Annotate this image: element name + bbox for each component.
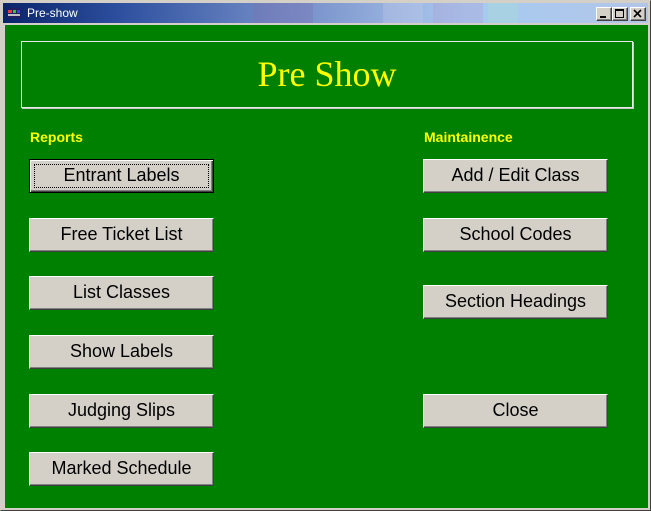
list-classes-button[interactable]: List Classes [29,276,214,310]
minimize-icon [600,16,606,18]
entrant-labels-label: Entrant Labels [63,165,180,185]
form-body: Pre Show Reports Maintainence Entrant La… [5,25,648,508]
title-bar-decoration [488,3,518,23]
close-button[interactable]: Close [423,394,608,428]
free-ticket-list-label: Free Ticket List [60,224,183,244]
close-icon [633,9,642,18]
judging-slips-label: Judging Slips [67,400,176,420]
add-edit-class-button[interactable]: Add / Edit Class [423,159,608,193]
header-panel: Pre Show [21,41,633,108]
section-headings-label: Section Headings [444,291,587,311]
section-headings-button[interactable]: Section Headings [423,285,608,319]
judging-slips-button[interactable]: Judging Slips [29,394,214,428]
title-bar[interactable]: Pre-show [3,3,648,23]
maintenance-heading: Maintainence [424,129,513,145]
app-icon[interactable] [7,6,21,20]
list-classes-label: List Classes [72,282,171,302]
minimize-button[interactable] [596,7,612,21]
school-codes-label: School Codes [459,224,572,244]
maximize-button[interactable] [612,7,628,21]
add-edit-class-label: Add / Edit Class [451,165,580,185]
show-labels-label: Show Labels [69,341,174,361]
maximize-icon [615,9,624,18]
close-window-button[interactable] [630,7,646,21]
marked-schedule-label: Marked Schedule [51,458,192,478]
title-bar-decoration [253,3,313,23]
close-label: Close [492,400,539,420]
school-codes-button[interactable]: School Codes [423,218,608,252]
title-bar-decoration [383,3,423,23]
entrant-labels-button[interactable]: Entrant Labels [29,159,214,193]
title-bar-decoration [433,3,483,23]
page-title: Pre Show [257,54,397,94]
app-window: Pre-show Pre Show Reports Maintainence E… [0,0,651,511]
window-title: Pre-show [27,6,78,20]
marked-schedule-button[interactable]: Marked Schedule [29,452,214,486]
reports-heading: Reports [30,129,83,145]
show-labels-button[interactable]: Show Labels [29,335,214,369]
free-ticket-list-button[interactable]: Free Ticket List [29,218,214,252]
